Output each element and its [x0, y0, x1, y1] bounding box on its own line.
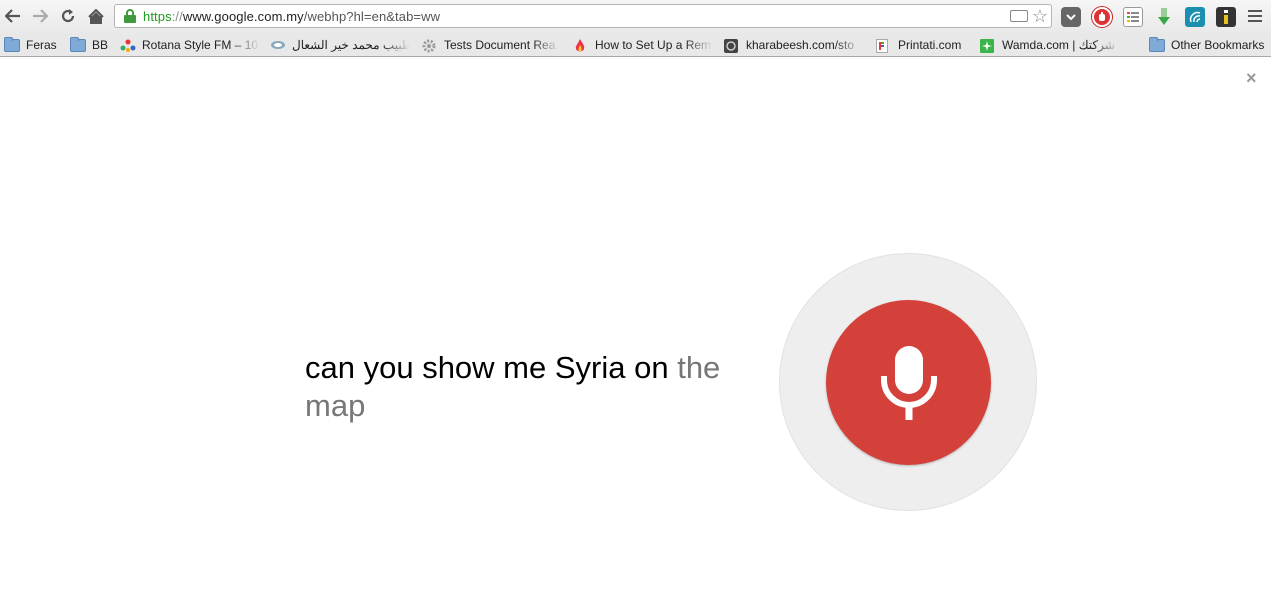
- microphone-button[interactable]: [826, 300, 991, 465]
- bookmark-feras[interactable]: Feras: [4, 36, 57, 54]
- bookmark-label: Feras: [26, 38, 57, 52]
- bookmark-how-to-setup[interactable]: How to Set Up a Rem: [573, 36, 713, 54]
- url-text[interactable]: https://www.google.com.my/webhp?hl=en&ta…: [143, 9, 440, 24]
- lock-icon: [124, 9, 136, 23]
- pocket-extension-icon[interactable]: [1061, 7, 1081, 27]
- list-extension-icon[interactable]: [1123, 7, 1143, 27]
- home-icon[interactable]: [85, 5, 107, 27]
- folder-icon: [70, 36, 86, 52]
- reload-icon[interactable]: [57, 5, 79, 27]
- bookmark-label: ع الطبيب محمد خير الشعال: [292, 38, 410, 52]
- bookmark-arabic-doctor[interactable]: ع الطبيب محمد خير الشعال: [270, 36, 410, 54]
- bookmark-label: Tests Document Rea: [444, 38, 556, 52]
- bookmark-tests-document[interactable]: Tests Document Rea: [422, 36, 560, 54]
- bookmark-label: How to Set Up a Rem: [595, 38, 712, 52]
- bookmark-printati[interactable]: Printati.com: [876, 36, 961, 54]
- site-icon: [270, 39, 286, 52]
- folder-icon: [4, 36, 20, 52]
- bookmark-label: Printati.com: [898, 38, 962, 52]
- folder-icon: [1149, 36, 1165, 52]
- gear-icon: [422, 39, 438, 52]
- url-host: www.google.com.my: [182, 8, 304, 24]
- site-icon: [724, 38, 740, 53]
- back-arrow-icon[interactable]: [2, 5, 24, 27]
- green-pin-extension-icon[interactable]: [1154, 7, 1174, 27]
- bookmark-label: Other Bookmarks: [1171, 38, 1265, 52]
- close-icon[interactable]: ×: [1246, 68, 1257, 89]
- bookmark-label: BB: [92, 38, 109, 52]
- wave-extension-icon[interactable]: [1185, 7, 1205, 27]
- bookmark-label: kharabeesh.com/sto: [746, 38, 855, 52]
- bookmark-star-icon[interactable]: ☆: [1032, 7, 1048, 25]
- adblock-extension-icon[interactable]: [1092, 7, 1112, 27]
- url-scheme: https: [143, 8, 172, 24]
- bookmark-other-bookmarks[interactable]: Other Bookmarks: [1149, 36, 1264, 54]
- url-separator: ://: [171, 8, 183, 24]
- voice-transcript: can you show me Syria on the map: [305, 349, 755, 425]
- transcript-final: can you show me Syria on: [305, 350, 669, 385]
- camera-icon[interactable]: [1009, 10, 1028, 22]
- microphone-icon: [880, 345, 937, 420]
- bookmark-label: Wamda.com | شركتك: [1002, 38, 1115, 52]
- info-extension-icon[interactable]: [1216, 7, 1236, 27]
- bookmark-rotana[interactable]: Rotana Style FM – 10: [120, 36, 260, 54]
- printati-icon: [876, 38, 892, 53]
- bookmark-wamda[interactable]: Wamda.com | شركتك: [980, 36, 1120, 54]
- flame-icon: [573, 38, 589, 52]
- menu-icon[interactable]: [1248, 10, 1262, 25]
- bookmarks-bar: Feras BB Rotana Style FM – 10 ع الطبيب م…: [0, 33, 1271, 57]
- address-bar[interactable]: https://www.google.com.my/webhp?hl=en&ta…: [114, 4, 1052, 28]
- bookmark-bb[interactable]: BB: [70, 36, 108, 54]
- url-path: /webhp?hl=en&tab=ww: [303, 8, 441, 24]
- browser-toolbar: https://www.google.com.my/webhp?hl=en&ta…: [0, 0, 1271, 33]
- wamda-icon: [980, 38, 996, 53]
- bookmark-label: Rotana Style FM – 10: [142, 38, 259, 52]
- bookmark-kharabeesh[interactable]: kharabeesh.com/sto: [724, 36, 862, 54]
- forward-arrow-icon[interactable]: [29, 5, 51, 27]
- rotana-icon: [120, 39, 136, 52]
